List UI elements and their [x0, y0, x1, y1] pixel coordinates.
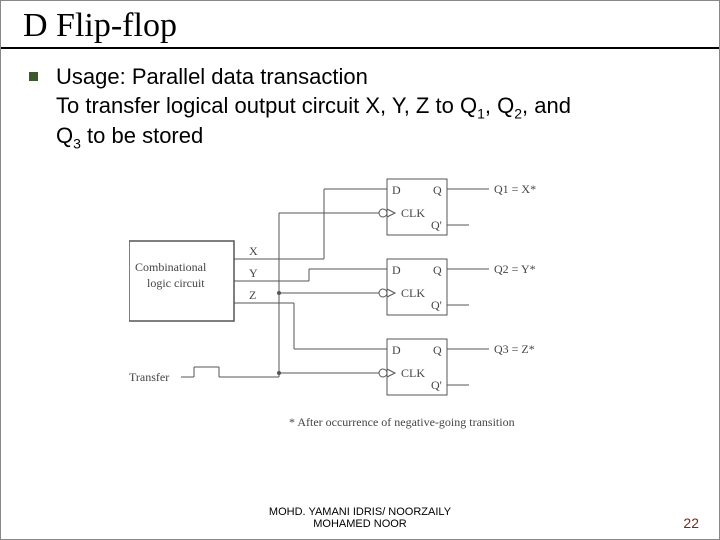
ff3-qbar: Q'	[431, 378, 442, 392]
label-transfer: Transfer	[129, 370, 169, 384]
footer-line1: MOHD. YAMANI IDRIS/ NOORZAILY	[269, 506, 451, 518]
body-line3b: to be stored	[81, 123, 203, 148]
flipflop-3: D Q CLK Q'	[379, 339, 447, 395]
box-label-1: Combinational	[135, 260, 207, 274]
sub3: 3	[73, 136, 81, 152]
sub2: 2	[514, 105, 522, 121]
ff1-clk: CLK	[401, 206, 425, 220]
flipflop-2: D Q CLK Q'	[379, 259, 447, 315]
diagram-note: * After occurrence of negative-going tra…	[289, 415, 515, 429]
page-title: D Flip-flop	[1, 1, 719, 49]
out-q1: Q1 = X*	[494, 182, 536, 196]
ff2-qbar: Q'	[431, 298, 442, 312]
bullet-icon	[29, 72, 38, 81]
ff1-qbar: Q'	[431, 218, 442, 232]
ff3-q: Q	[433, 343, 442, 357]
footer-line2: MOHAMED NOOR	[313, 518, 407, 530]
body-line2c: , and	[522, 93, 571, 118]
ff2-q: Q	[433, 263, 442, 277]
label-z: Z	[249, 288, 256, 302]
body-line2a: To transfer logical output circuit X, Y,…	[56, 93, 477, 118]
out-q3: Q3 = Z*	[494, 342, 535, 356]
body-text: Usage: Parallel data transaction To tran…	[56, 63, 571, 153]
ff1-q: Q	[433, 183, 442, 197]
circuit-diagram: Combinational logic circuit X Y Z Transf…	[129, 171, 699, 461]
page-number: 22	[683, 515, 699, 531]
out-q2: Q2 = Y*	[494, 262, 536, 276]
ff2-d: D	[392, 263, 401, 277]
flipflop-1: D Q CLK Q'	[379, 179, 447, 235]
ff2-clk: CLK	[401, 286, 425, 300]
body-line2b: , Q	[485, 93, 514, 118]
sub1: 1	[477, 105, 485, 121]
box-label-2: logic circuit	[147, 276, 205, 290]
ff3-d: D	[392, 343, 401, 357]
body-line1: Usage: Parallel data transaction	[56, 64, 368, 89]
ff3-clk: CLK	[401, 366, 425, 380]
label-x: X	[249, 244, 258, 258]
body-line3a: Q	[56, 123, 73, 148]
footer-text: MOHD. YAMANI IDRIS/ NOORZAILY MOHAMED NO…	[1, 506, 719, 531]
label-y: Y	[249, 266, 258, 280]
ff1-d: D	[392, 183, 401, 197]
